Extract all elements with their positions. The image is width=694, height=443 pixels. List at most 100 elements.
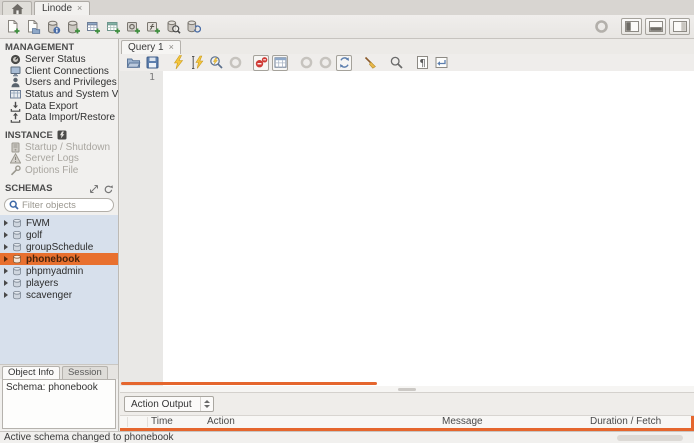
expander-icon[interactable]: [4, 220, 8, 226]
schema-row-fwm[interactable]: FWM: [0, 217, 118, 229]
stop-on-error-icon: [254, 55, 269, 70]
expander-icon[interactable]: [4, 292, 8, 298]
schema-icon: [12, 230, 22, 240]
limit-rows-icon: [273, 55, 288, 70]
sql-editor-toolbar: ¶: [120, 54, 694, 71]
schema-row-phonebook[interactable]: phonebook: [0, 253, 118, 265]
open-file-icon: [126, 55, 141, 70]
autocommit-toggle[interactable]: [336, 55, 352, 71]
column-header-action[interactable]: Action: [207, 416, 235, 428]
new-sql-tab-button[interactable]: [4, 18, 21, 36]
sql-editor-canvas[interactable]: [163, 71, 694, 386]
search-data-button[interactable]: [164, 18, 181, 36]
invisible-chars-button[interactable]: ¶: [414, 55, 430, 71]
sidebar-item-options-file[interactable]: Options File: [0, 165, 118, 177]
schema-row-golf[interactable]: golf: [0, 229, 118, 241]
output-splitter[interactable]: [120, 386, 694, 393]
output-view-select[interactable]: Action Output: [124, 396, 214, 412]
limit-rows-toggle[interactable]: [272, 55, 288, 71]
sidebar-item-label: Server Status: [25, 54, 86, 65]
sql-editor[interactable]: 1: [120, 71, 694, 386]
toggle-bottom-panel-button[interactable]: [645, 18, 666, 35]
wrap-text-button[interactable]: [433, 55, 449, 71]
expander-icon[interactable]: [4, 268, 8, 274]
create-procedure-icon: [125, 19, 141, 35]
monitor-icon: [10, 66, 21, 77]
management-section-header: MANAGEMENT: [0, 39, 118, 54]
sidebar-item-client-connections[interactable]: Client Connections: [0, 66, 118, 78]
inspector-button[interactable]: [44, 18, 61, 36]
instance-section-header: INSTANCE: [0, 127, 118, 142]
execute-icon: [171, 55, 186, 70]
toggle-bottom-panel-icon: [649, 21, 663, 32]
home-tab[interactable]: [2, 1, 32, 15]
open-file-button[interactable]: [125, 55, 141, 71]
tab-object-info[interactable]: Object Info: [2, 366, 60, 379]
action-output-header-row: Time Action Message Duration / Fetch: [120, 415, 694, 428]
sidebar-item-status-system-variables[interactable]: Status and System Variables: [0, 89, 118, 101]
save-button[interactable]: [144, 55, 160, 71]
stop-on-error-toggle[interactable]: [253, 55, 269, 71]
search-icon: [9, 200, 19, 210]
reconnect-button[interactable]: [184, 18, 201, 36]
execute-current-button[interactable]: [189, 55, 205, 71]
column-header-message[interactable]: Message: [442, 416, 483, 428]
expander-icon[interactable]: [4, 244, 8, 250]
sidebar-item-label: Data Export: [25, 101, 78, 112]
sidebar-item-server-logs[interactable]: Server Logs: [0, 153, 118, 165]
schema-row-players[interactable]: players: [0, 277, 118, 289]
chevron-up-icon: [204, 400, 210, 403]
beautify-button[interactable]: [362, 55, 378, 71]
expander-icon[interactable]: [4, 232, 8, 238]
create-view-button[interactable]: [104, 18, 121, 36]
splitter-grip-icon[interactable]: [398, 388, 416, 391]
reconnect-icon: [185, 19, 201, 35]
stop-button[interactable]: [227, 55, 243, 71]
find-icon: [389, 55, 404, 70]
sidebar-item-data-import[interactable]: Data Import/Restore: [0, 112, 118, 124]
sidebar-item-startup-shutdown[interactable]: Startup / Shutdown: [0, 142, 118, 154]
close-icon[interactable]: ×: [169, 43, 174, 52]
expander-icon[interactable]: [4, 256, 8, 262]
import-icon: [10, 112, 21, 123]
create-function-button[interactable]: [144, 18, 161, 36]
sidebar-item-data-export[interactable]: Data Export: [0, 100, 118, 112]
refresh-schemas-icon[interactable]: [103, 184, 113, 194]
sidebar-item-users-privileges[interactable]: Users and Privileges: [0, 77, 118, 89]
schema-filter-input[interactable]: [22, 200, 109, 211]
toggle-right-panel-button[interactable]: [669, 18, 690, 35]
toggle-left-panel-button[interactable]: [621, 18, 642, 35]
open-sql-script-button[interactable]: [24, 18, 41, 36]
query-tabstrip: Query 1 ×: [120, 39, 694, 54]
schema-row-groupschedule[interactable]: groupSchedule: [0, 241, 118, 253]
stop-icon: [228, 55, 243, 70]
rollback-button[interactable]: [317, 55, 333, 71]
editor-horizontal-scrollbar[interactable]: [121, 382, 377, 385]
schema-list: FWM golf groupSchedule phonebook phpmyad…: [0, 215, 118, 364]
tab-query-1[interactable]: Query 1 ×: [121, 40, 181, 54]
create-schema-button[interactable]: [64, 18, 81, 36]
column-header-duration[interactable]: Duration / Fetch: [590, 416, 661, 428]
create-procedure-button[interactable]: [124, 18, 141, 36]
svg-text:¶: ¶: [419, 58, 425, 69]
inspector-icon: [45, 19, 61, 35]
find-button[interactable]: [388, 55, 404, 71]
expander-icon[interactable]: [4, 280, 8, 286]
invisible-chars-icon: ¶: [415, 55, 430, 70]
select-spinner[interactable]: [200, 397, 213, 411]
new-sql-tab-icon: [5, 19, 21, 35]
execute-button[interactable]: [170, 55, 186, 71]
column-header-time[interactable]: Time: [151, 416, 173, 428]
object-info-text: Schema: phonebook: [6, 382, 98, 393]
commit-button[interactable]: [298, 55, 314, 71]
connection-tab-linode[interactable]: Linode ×: [34, 1, 90, 15]
expand-schemas-icon[interactable]: [89, 184, 99, 194]
schema-row-phpmyadmin[interactable]: phpmyadmin: [0, 265, 118, 277]
close-icon[interactable]: ×: [77, 4, 82, 13]
status-progress-pill: [617, 435, 683, 441]
sidebar-item-server-status[interactable]: Server Status: [0, 54, 118, 66]
tab-session[interactable]: Session: [62, 366, 108, 379]
explain-button[interactable]: [208, 55, 224, 71]
schema-row-scavenger[interactable]: scavenger: [0, 289, 118, 301]
create-table-button[interactable]: [84, 18, 101, 36]
